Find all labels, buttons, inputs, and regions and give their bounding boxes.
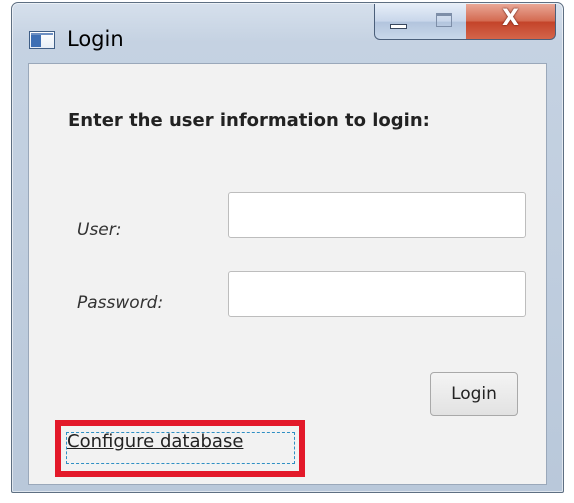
user-input[interactable] [228, 192, 526, 238]
login-button[interactable]: Login [430, 372, 518, 416]
password-input[interactable] [228, 271, 526, 317]
title-bar[interactable]: Login X [12, 3, 563, 63]
minimize-icon [390, 24, 407, 29]
app-window-icon [29, 31, 55, 49]
close-button[interactable]: X [466, 4, 556, 40]
window-title: Login [67, 27, 124, 51]
configure-database-link[interactable]: Configure database [67, 431, 243, 452]
highlight-annotation: Configure database [55, 420, 305, 477]
user-label: User: [77, 220, 122, 240]
password-label: Password: [77, 293, 164, 313]
maximize-button[interactable] [421, 4, 467, 40]
minimize-button[interactable] [374, 4, 422, 40]
login-form: Enter the user information to login: Use… [28, 63, 547, 485]
form-heading: Enter the user information to login: [68, 110, 430, 131]
maximize-icon [436, 13, 452, 27]
login-window: Login X Enter the user information to lo… [11, 2, 564, 493]
close-icon: X [502, 6, 519, 31]
